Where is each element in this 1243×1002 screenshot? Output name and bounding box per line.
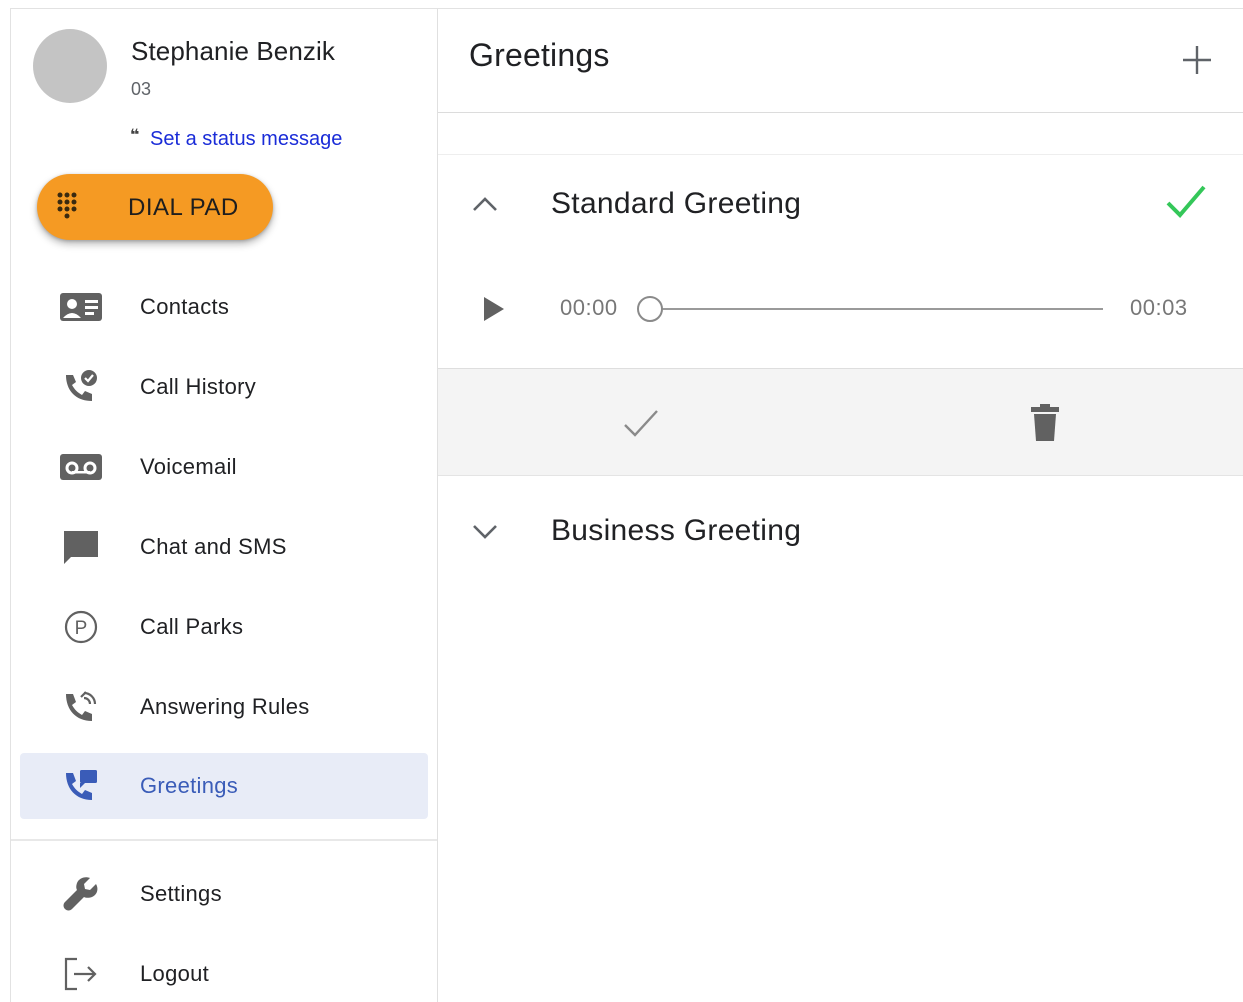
audio-player: 00:00 00:03 xyxy=(438,269,1243,349)
user-name: Stephanie Benzik xyxy=(131,36,335,66)
quote-icon: ❝ xyxy=(130,127,140,144)
seek-thumb[interactable] xyxy=(637,296,663,322)
sidebar: Stephanie Benzik 03 ❝ Set a status messa… xyxy=(11,9,437,1002)
current-time: 00:00 xyxy=(560,295,618,320)
sidebar-item-label: Contacts xyxy=(140,294,230,319)
contacts-icon xyxy=(60,291,102,323)
main-panel: Greetings Standard Greeting 00:00 00:03 xyxy=(438,9,1243,1002)
sidebar-item-contacts[interactable]: Contacts xyxy=(20,274,428,340)
greeting-name: Business Greeting xyxy=(551,514,802,547)
dial-pad-button[interactable]: DIAL PAD xyxy=(37,174,273,240)
sidebar-item-label: Greetings xyxy=(140,773,239,798)
sidebar-item-label: Logout xyxy=(140,961,210,986)
list-top-divider xyxy=(438,154,1243,155)
total-time: 00:03 xyxy=(1130,295,1188,320)
sidebar-item-greetings[interactable]: Greetings xyxy=(20,753,428,819)
header-divider xyxy=(438,112,1243,113)
play-icon[interactable] xyxy=(480,294,508,324)
sidebar-item-call-parks[interactable]: P Call Parks xyxy=(20,594,428,660)
plus-icon[interactable] xyxy=(1180,43,1214,77)
avatar[interactable] xyxy=(33,29,107,103)
seek-track[interactable] xyxy=(650,308,1103,310)
chat-icon xyxy=(60,531,102,564)
page-title: Greetings xyxy=(469,37,610,73)
sidebar-item-label: Answering Rules xyxy=(140,694,310,719)
greetings-icon xyxy=(60,770,102,802)
call-history-icon xyxy=(60,370,102,403)
default-check-icon xyxy=(1166,185,1206,218)
sidebar-item-label: Voicemail xyxy=(140,454,237,479)
set-default-check-icon[interactable] xyxy=(621,406,661,442)
svg-text:P: P xyxy=(75,618,88,639)
trash-icon[interactable] xyxy=(1030,403,1060,443)
logout-icon xyxy=(60,957,102,991)
greeting-actions xyxy=(438,368,1243,476)
sidebar-item-label: Settings xyxy=(140,881,222,906)
wrench-icon xyxy=(60,877,102,911)
sidebar-item-call-history[interactable]: Call History xyxy=(20,354,428,420)
chevron-up-icon[interactable] xyxy=(468,189,502,219)
sidebar-item-logout[interactable]: Logout xyxy=(20,941,428,1002)
sidebar-item-label: Call Parks xyxy=(140,614,244,639)
sidebar-divider xyxy=(11,839,437,841)
sidebar-item-label: Call History xyxy=(140,374,257,399)
sidebar-item-label: Chat and SMS xyxy=(140,534,287,559)
user-extension: 03 xyxy=(131,79,152,99)
sidebar-item-settings[interactable]: Settings xyxy=(20,861,428,927)
greeting-row-business[interactable]: Business Greeting xyxy=(438,486,1243,576)
sidebar-item-voicemail[interactable]: Voicemail xyxy=(20,434,428,500)
voicemail-icon xyxy=(60,451,102,483)
dial-pad-label: DIAL PAD xyxy=(128,194,239,221)
set-status-link[interactable]: Set a status message xyxy=(150,128,342,151)
sidebar-item-chat-sms[interactable]: Chat and SMS xyxy=(20,514,428,580)
greeting-row-standard[interactable]: Standard Greeting xyxy=(438,159,1243,249)
dialpad-icon xyxy=(57,192,77,219)
greeting-name: Standard Greeting xyxy=(551,187,802,220)
chevron-down-icon[interactable] xyxy=(468,516,502,546)
call-parks-icon: P xyxy=(60,610,102,644)
sidebar-item-answering-rules[interactable]: Answering Rules xyxy=(20,674,428,740)
answering-rules-icon xyxy=(60,691,102,723)
